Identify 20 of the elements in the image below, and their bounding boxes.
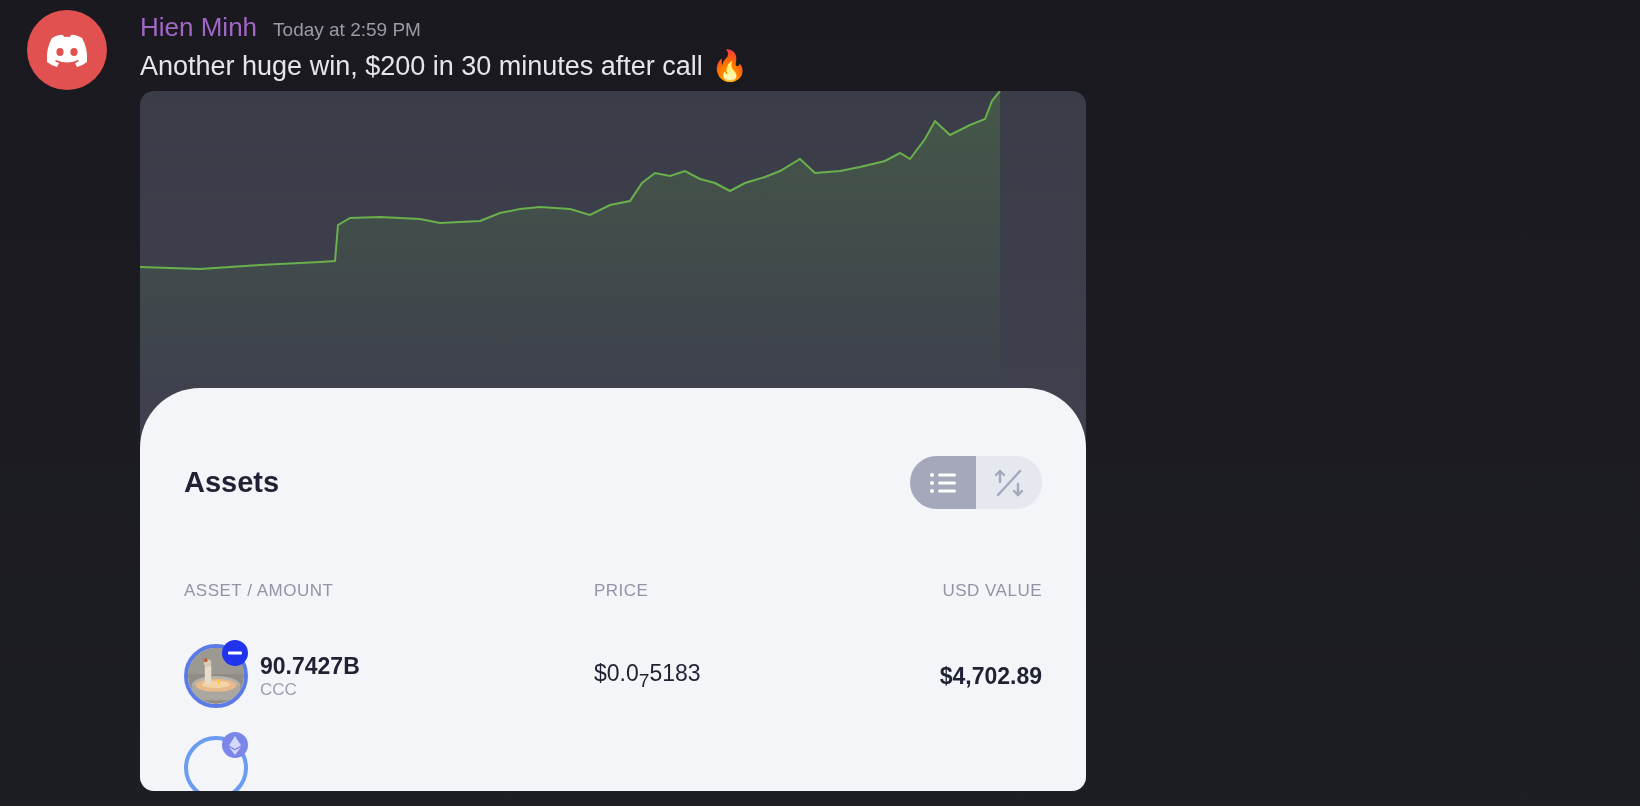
- ethereum-badge-icon: [222, 732, 248, 758]
- up-down-slash-icon: [994, 467, 1024, 498]
- assets-title: Assets: [184, 466, 280, 499]
- author-name[interactable]: Hien Minh: [140, 12, 258, 43]
- list-view-button[interactable]: [910, 456, 976, 509]
- view-toggle[interactable]: [910, 456, 1042, 509]
- token-symbol: CCC: [260, 679, 298, 700]
- column-header: USD VALUE: [942, 581, 1042, 601]
- token-amount: 90.7427B: [260, 652, 360, 680]
- fire-emoji: 🔥: [710, 51, 748, 81]
- list-icon: [928, 470, 958, 495]
- token-price: $0.0$_{7}$5183: [594, 660, 702, 692]
- usd-value: $4,702.89: [939, 662, 1042, 690]
- column-header: PRICE: [594, 581, 650, 601]
- message-text: Another huge win, $200 in 30 minutes after call: [140, 50, 703, 82]
- column-header: ASSET / AMOUNT: [184, 581, 335, 601]
- chain-badge-icon: [222, 640, 248, 666]
- timestamp: Today at 2:59 PM: [273, 19, 421, 41]
- discord-logo-avatar[interactable]: [27, 10, 107, 90]
- image-attachment[interactable]: Assets ASSET / AMOUNT PRICE USD VALUE 90.7427B CCC $0.0$_{7}$5183 $4,702.89: [140, 91, 1086, 791]
